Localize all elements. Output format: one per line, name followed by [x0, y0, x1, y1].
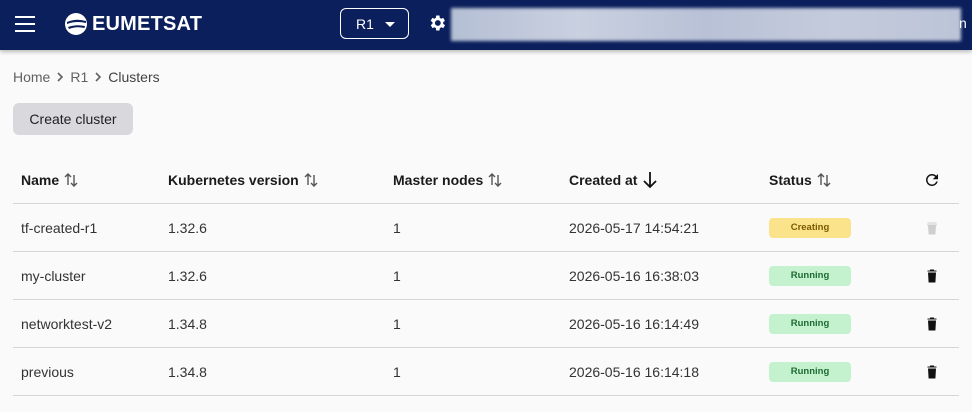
status-badge: Running: [769, 313, 851, 334]
cell-name: networktest-v2: [21, 315, 113, 332]
eumetsat-logo-icon: [65, 13, 87, 35]
column-header-k8s-version[interactable]: Kubernetes version: [168, 156, 318, 203]
caret-down-icon: [385, 22, 395, 27]
cell-name: tf-created-r1: [21, 219, 98, 236]
cell-master-nodes: 1: [393, 363, 401, 380]
refresh-icon: [925, 173, 938, 186]
status-badge: Running: [769, 361, 851, 382]
cell-status: Running: [769, 300, 851, 347]
table-row[interactable]: tf-created-r1 1.32.6 1 2026-05-17 14:54:…: [13, 204, 959, 252]
sort-icon: [64, 172, 78, 187]
column-label-master-nodes: Master nodes: [393, 171, 484, 188]
region-select[interactable]: R1: [340, 8, 409, 39]
delete-button[interactable]: [922, 300, 942, 347]
cell-k8s-version: 1.34.8: [168, 363, 207, 380]
cell-k8s-version: 1.34.8: [168, 315, 207, 332]
cell-master-nodes: 1: [393, 219, 401, 236]
table-row[interactable]: networktest-v2 1.34.8 1 2026-05-16 16:14…: [13, 300, 959, 348]
table-row[interactable]: previous 1.34.8 1 2026-05-16 16:14:18 Ru…: [13, 348, 959, 396]
trash-icon: [927, 222, 937, 234]
column-label-status: Status: [769, 171, 812, 188]
clusters-table: Name Kubernetes version Master nodes Cre…: [13, 156, 959, 396]
cell-created-at: 2026-05-16 16:38:03: [569, 267, 699, 284]
breadcrumb-current: Clusters: [108, 69, 160, 85]
chevron-right-icon: [95, 72, 102, 82]
column-label-k8s-version: Kubernetes version: [168, 171, 299, 188]
cell-k8s-version: 1.32.6: [168, 267, 207, 284]
cell-status: Running: [769, 348, 851, 395]
user-account-redacted[interactable]: [451, 8, 961, 41]
menu-icon[interactable]: [15, 16, 35, 32]
column-header-created-at[interactable]: Created at: [569, 156, 658, 203]
cell-status: Creating: [769, 204, 851, 251]
refresh-button[interactable]: [922, 156, 942, 203]
cell-name: my-cluster: [21, 267, 86, 284]
table-row[interactable]: my-cluster 1.32.6 1 2026-05-16 16:38:03 …: [13, 252, 959, 300]
cell-status: Running: [769, 252, 851, 299]
trash-icon: [927, 317, 937, 330]
column-header-name[interactable]: Name: [21, 156, 78, 203]
cell-created-at: 2026-05-16 16:14:49: [569, 315, 699, 332]
cell-created-at: 2026-05-17 14:54:21: [569, 219, 699, 236]
column-header-master-nodes[interactable]: Master nodes: [393, 156, 502, 203]
create-cluster-button[interactable]: Create cluster: [13, 103, 133, 135]
breadcrumb-region[interactable]: R1: [70, 69, 88, 85]
user-name-fragment: n: [959, 15, 967, 31]
sort-icon: [488, 172, 502, 187]
cell-created-at: 2026-05-16 16:14:18: [569, 363, 699, 380]
trash-icon: [927, 269, 937, 282]
trash-icon: [927, 365, 937, 378]
chevron-right-icon: [57, 72, 64, 82]
status-badge: Creating: [769, 217, 851, 238]
status-badge: Running: [769, 265, 851, 286]
cell-k8s-version: 1.32.6: [168, 219, 207, 236]
gear-icon[interactable]: [427, 13, 447, 33]
region-value: R1: [356, 15, 374, 32]
table-header-row: Name Kubernetes version Master nodes Cre…: [13, 156, 959, 204]
brand-logo[interactable]: EUMETSAT: [64, 11, 202, 37]
delete-button-disabled: [922, 204, 942, 251]
breadcrumb-home[interactable]: Home: [13, 69, 50, 85]
brand-name: EUMETSAT: [92, 12, 203, 35]
breadcrumb: Home R1 Clusters: [13, 69, 160, 85]
column-label-created-at: Created at: [569, 171, 638, 188]
sort-icon: [817, 172, 831, 187]
delete-button[interactable]: [922, 348, 942, 395]
column-header-status[interactable]: Status: [769, 156, 831, 203]
cell-master-nodes: 1: [393, 267, 401, 284]
top-app-bar: EUMETSAT R1 n: [0, 0, 972, 50]
delete-button[interactable]: [922, 252, 942, 299]
cell-name: previous: [21, 363, 74, 380]
sort-icon: [304, 172, 318, 187]
arrow-down-icon: [643, 171, 658, 188]
cell-master-nodes: 1: [393, 315, 401, 332]
column-label-name: Name: [21, 171, 60, 188]
